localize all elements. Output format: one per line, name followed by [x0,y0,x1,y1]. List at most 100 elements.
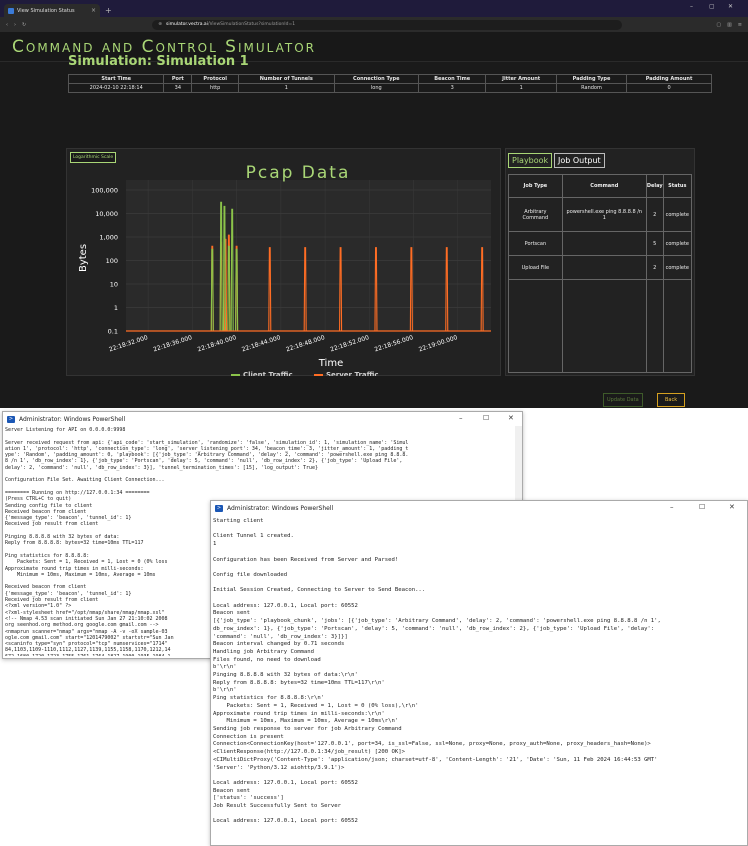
playbook-cell: Portscan [508,231,563,256]
y-axis-label: Bytes [78,244,89,272]
window-minimize-button[interactable]: – [690,3,693,10]
sim-cell: 34 [163,83,193,93]
reload-icon[interactable]: ↻ [22,22,26,28]
playbook-row: Arbitrary Command powershell.exe ping 8.8… [508,197,693,232]
extensions-icon[interactable]: ▢ [716,22,721,28]
maximize-button[interactable]: ☐ [699,503,705,511]
playbook-cell: 2 [645,197,664,232]
client-ps-title: Administrator: Windows PowerShell [227,504,334,512]
server-ps-titlebar[interactable]: > Administrator: Windows PowerShell [3,412,522,426]
playbook-cell [662,279,693,373]
url-path: /ViewSimulationStatus?simulationId=1 [207,22,296,27]
sim-col-header: Beacon Time [418,74,487,84]
playbook-col-header: Job Type [508,174,563,198]
browser-window: View Simulation Status × + – ▢ ✕ ‹ › ↻ ⊕… [0,0,748,408]
legend-label: Server Traffic [326,371,379,376]
sim-cell: 1 [485,83,557,93]
x-tick-label: 22:18:48.000 [285,334,326,353]
site-info-icon[interactable]: ⊕ [158,22,162,27]
client-powershell-window[interactable]: > Administrator: Windows PowerShell – ☐ … [210,500,748,846]
y-tick-label: 0.1 [108,328,118,336]
plot-area [126,180,491,331]
y-tick-label: 100 [106,257,118,265]
x-tick-label: 22:18:40.000 [197,334,238,353]
menu-icon[interactable]: ≡ [738,22,742,28]
url-field[interactable]: ⊕ simulator.vectra.ai/ViewSimulationStat… [152,19,623,30]
playbook-cell [508,279,563,373]
y-tick-label: 10 [110,281,118,289]
playbook-cell: powershell.exe ping 8.8.8.8 /n 1 [561,197,647,232]
sim-cell: http [191,83,240,93]
playbook-cell [561,255,647,280]
playbook-cell: complete [662,231,693,256]
url-host: simulator.vectra.ai [165,22,208,27]
logarithmic-scale-toggle[interactable]: Logarithmic Scale [70,152,117,163]
powershell-icon: > [215,504,223,512]
x-tick-label: 22:19:00.000 [418,334,459,353]
x-tick-label: 22:18:44.000 [241,334,282,353]
playbook-row: Portscan 5 complete [508,231,693,256]
client-ps-titlebar[interactable]: > Administrator: Windows PowerShell [211,501,747,515]
close-button[interactable]: ✕ [508,414,514,422]
sim-col-header: Start Time [67,74,165,84]
playbook-cell: 5 [645,231,664,256]
server-ps-title: Administrator: Windows PowerShell [19,415,126,423]
window-close-button[interactable]: ✕ [728,3,733,10]
back-nav-icon[interactable]: ‹ [6,22,8,28]
x-tick-label: 22:18:52.000 [329,334,370,353]
sim-col-header: Connection Type [333,74,420,84]
tab-title: View Simulation Status [17,7,75,14]
close-button[interactable]: ✕ [729,503,735,511]
tab-job-output[interactable]: Job Output [554,153,605,168]
playbook-table: Job Type Command Delay Status Arbitrary Com… [508,174,693,373]
sim-cell: 1 [238,83,335,93]
legend-label: Client Traffic [243,371,293,376]
tab-playbook[interactable]: Playbook [508,153,553,168]
update-data-button[interactable]: Update Data [603,393,643,407]
sim-col-header: Port [163,74,193,84]
playbook-cell: complete [662,197,693,232]
x-tick-label: 22:18:32.000 [108,334,149,353]
simulation-config-table: Start Time Port Protocol Number of Tunnels C… [67,74,712,93]
split-view-icon[interactable]: ▥ [727,22,732,28]
client-console-output[interactable]: Starting client Client Tunnel 1 created.… [213,518,739,845]
sim-cell: 2024-02-10 22:18:14 [67,83,165,93]
playbook-cell: Arbitrary Command [508,197,563,232]
powershell-icon: > [7,415,15,423]
maximize-button[interactable]: ☐ [483,414,489,422]
playbook-col-header: Status [662,174,693,198]
sim-col-header: Padding Amount [626,74,712,84]
sim-cell: long [333,83,420,93]
playbook-row: Upload File 2 complete [508,255,693,280]
playbook-cell: 2 [645,255,664,280]
x-axis-label: Time [318,358,343,369]
back-button[interactable]: Back [657,393,686,407]
sim-cell: 0 [626,83,712,93]
tab-close-icon[interactable]: × [91,7,96,14]
address-bar-row: ‹ › ↻ ⊕ simulator.vectra.ai/ViewSimulati… [0,17,748,32]
y-tick-label: 1,000 [99,234,118,242]
playbook-cell: complete [662,255,693,280]
x-tick-label: 22:18:36.000 [152,334,193,353]
sim-cell: 3 [418,83,487,93]
x-tick-label: 22:18:56.000 [374,334,415,353]
sim-cell: Random [555,83,628,93]
forward-nav-icon[interactable]: › [14,22,16,28]
sim-col-header: Jitter Amount [485,74,557,84]
chart-title: Pcap Data [246,163,351,183]
new-tab-button[interactable]: + [105,5,112,17]
sim-col-header: Protocol [191,74,240,84]
y-tick-label: 10,000 [95,210,118,218]
sim-col-header: Number of Tunnels [238,74,335,84]
playbook-empty-row [508,279,693,373]
window-maximize-button[interactable]: ▢ [709,3,715,10]
tab-view-simulation-status[interactable]: View Simulation Status × [4,4,100,17]
y-tick-label: 1 [114,304,118,312]
playbook-cell [561,279,647,373]
y-tick-label: 100,000 [91,187,118,195]
playbook-col-header: Command [561,174,647,198]
minimize-button[interactable]: – [459,414,463,422]
sim-col-header: Padding Type [555,74,628,84]
minimize-button[interactable]: – [670,503,674,511]
playbook-cell [645,279,664,373]
